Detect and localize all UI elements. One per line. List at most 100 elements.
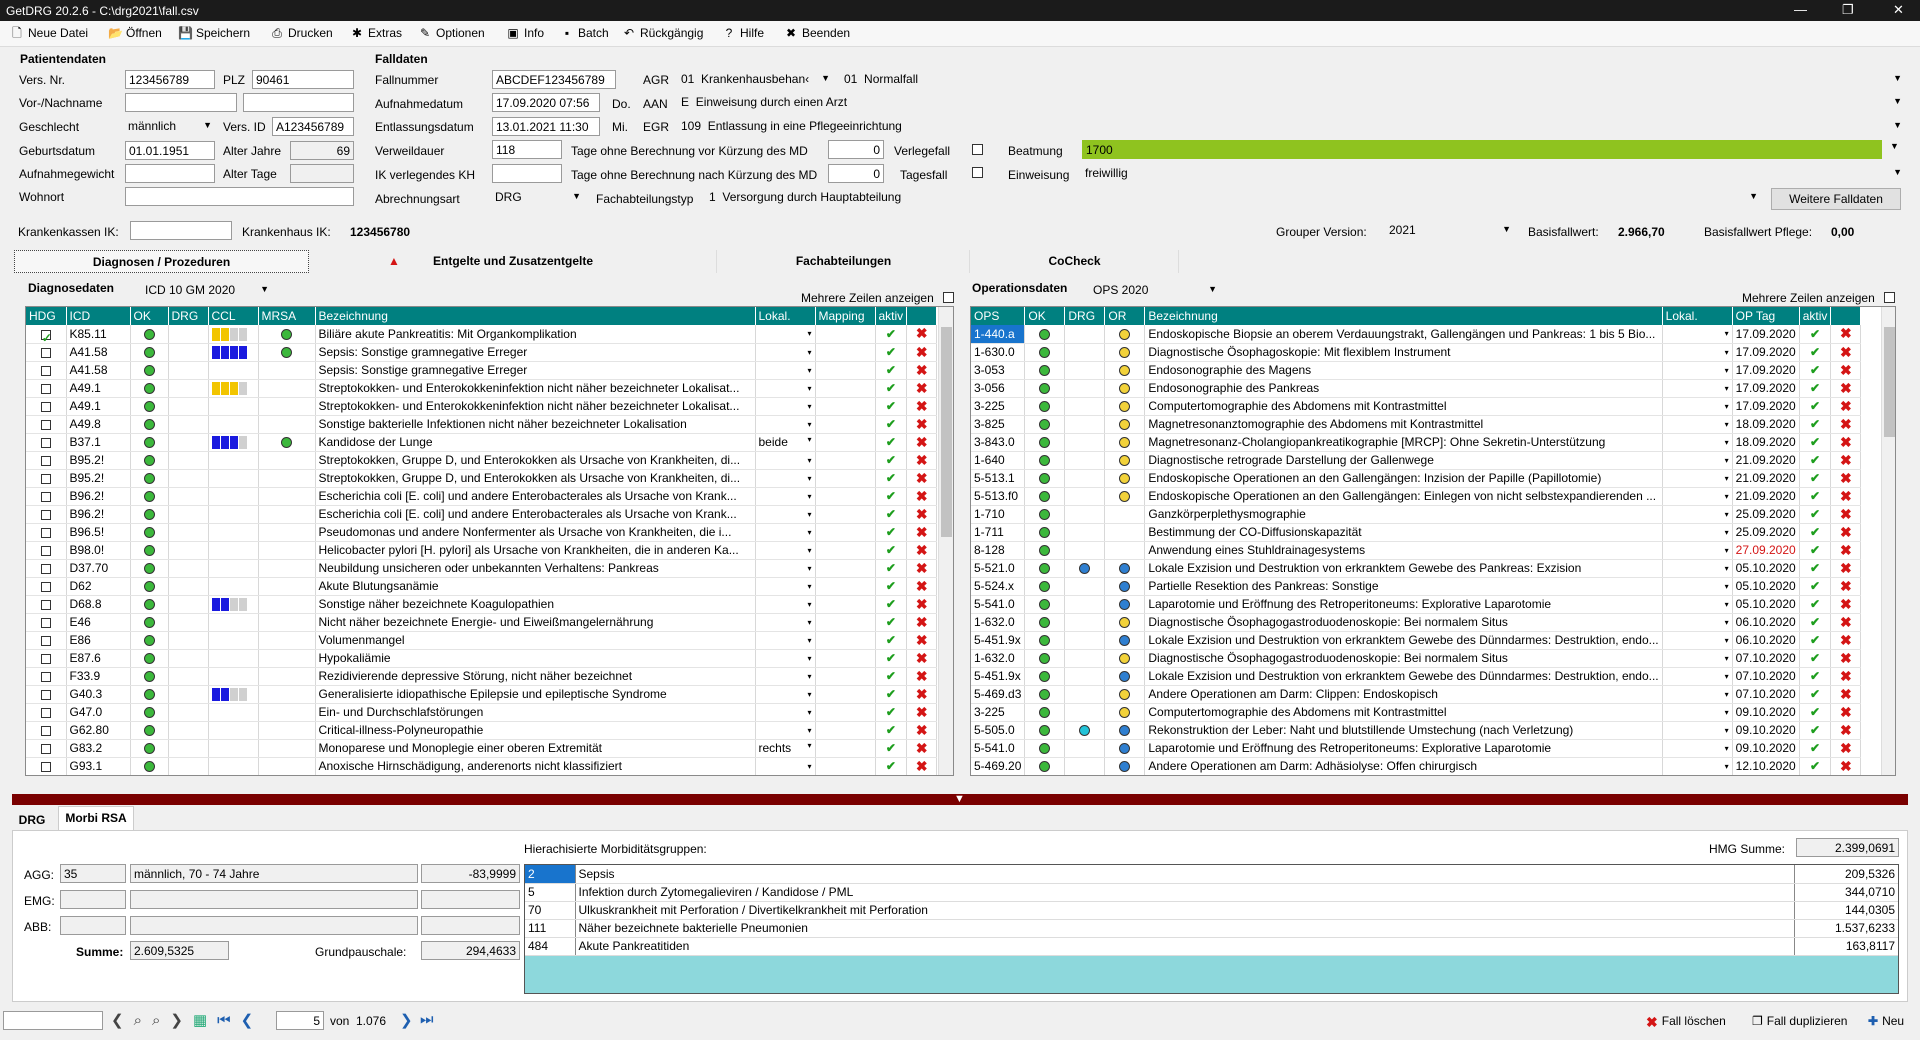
delete-cell[interactable]: ✖ (1830, 379, 1862, 398)
lokal-select[interactable]: ▾ (1662, 649, 1733, 668)
tab-cocheck[interactable]: CoCheck (971, 250, 1179, 273)
delete-cell[interactable]: ✖ (906, 703, 938, 722)
delete-icon[interactable]: ✖ (1840, 488, 1852, 504)
hmg-row[interactable]: 70 Ulkuskrankheit mit Perforation / Diver… (525, 901, 1898, 920)
delete-case-button[interactable]: ✖ Fall löschen (1646, 1014, 1726, 1031)
diag-scrollbar[interactable] (938, 307, 953, 775)
active-cell[interactable]: ✔ (1799, 559, 1832, 578)
active-cell[interactable]: ✔ (875, 577, 908, 596)
icd-catalog-select[interactable]: ICD 10 GM 2020 ▼ (142, 281, 272, 300)
active-check-icon[interactable]: ✔ (886, 687, 896, 701)
hdg-cell[interactable] (26, 721, 67, 740)
delete-cell[interactable]: ✖ (1830, 523, 1862, 542)
active-check-icon[interactable]: ✔ (1810, 507, 1820, 521)
delete-icon[interactable]: ✖ (1840, 506, 1852, 522)
delete-cell[interactable]: ✖ (906, 757, 938, 775)
lokal-select[interactable]: ▾ (1662, 397, 1733, 416)
delete-cell[interactable]: ✖ (906, 739, 938, 758)
lokal-select[interactable]: ▾ (1662, 433, 1733, 452)
active-cell[interactable]: ✔ (1799, 739, 1832, 758)
op-date[interactable]: 21.09.2020 (1732, 451, 1800, 470)
active-check-icon[interactable]: ✔ (1810, 651, 1820, 665)
lastname-field[interactable] (243, 93, 354, 112)
lokal-select[interactable]: ▾ (755, 667, 816, 686)
billing-select[interactable]: DRG ▼ (492, 188, 584, 207)
active-check-icon[interactable]: ✔ (886, 489, 896, 503)
delete-cell[interactable]: ✖ (1830, 415, 1862, 434)
hdg-cell[interactable] (26, 451, 67, 470)
delete-cell[interactable]: ✖ (1830, 397, 1862, 416)
delete-cell[interactable]: ✖ (1830, 469, 1862, 488)
lokal-select[interactable]: ▾ (1662, 667, 1733, 686)
active-check-icon[interactable]: ✔ (1810, 399, 1820, 413)
lokal-select[interactable]: ▾ (755, 325, 816, 344)
gender-select[interactable]: männlich ▼ (125, 117, 215, 136)
delete-icon[interactable]: ✖ (916, 325, 928, 341)
delete-icon[interactable]: ✖ (1840, 470, 1852, 486)
menu-help[interactable]: ? Hilfe (722, 26, 764, 40)
transfer-checkbox[interactable] (972, 144, 983, 155)
lokal-select[interactable]: ▾ (755, 487, 816, 506)
delete-cell[interactable]: ✖ (906, 649, 938, 668)
table-row[interactable]: G93.1 Anoxische Hirnschädigung, anderenor… (26, 757, 938, 775)
table-row[interactable]: F33.9 Rezidivierende depressive Störung, … (26, 667, 938, 686)
table-row[interactable]: E86 Volumenmangel ▾ ✔ ✖ (26, 631, 938, 650)
delete-icon[interactable]: ✖ (916, 686, 928, 702)
active-cell[interactable]: ✔ (1799, 703, 1832, 722)
lokal-select[interactable]: ▾ (755, 451, 816, 470)
active-check-icon[interactable]: ✔ (886, 759, 896, 773)
active-check-icon[interactable]: ✔ (886, 435, 896, 449)
delete-icon[interactable]: ✖ (916, 596, 928, 612)
active-check-icon[interactable]: ✔ (1810, 453, 1820, 467)
delete-icon[interactable]: ✖ (1840, 686, 1852, 702)
hdg-cell[interactable] (26, 595, 67, 614)
hdg-cell[interactable] (26, 559, 67, 578)
table-row[interactable]: 5-513.1 Endoskopische Operationen an den … (971, 469, 1862, 488)
hdg-checkbox[interactable] (40, 383, 51, 394)
delete-cell[interactable]: ✖ (906, 595, 938, 614)
delete-icon[interactable]: ✖ (1840, 524, 1852, 540)
active-cell[interactable]: ✔ (1799, 433, 1832, 452)
lokal-select[interactable]: ▾ (755, 505, 816, 524)
delete-cell[interactable]: ✖ (1830, 703, 1862, 722)
delete-cell[interactable]: ✖ (1830, 559, 1862, 578)
delete-icon[interactable]: ✖ (1840, 614, 1852, 630)
weight-field[interactable] (125, 164, 215, 183)
active-cell[interactable]: ✔ (875, 541, 908, 560)
active-check-icon[interactable]: ✔ (1810, 561, 1820, 575)
delete-cell[interactable]: ✖ (906, 577, 938, 596)
hdg-cell[interactable] (26, 685, 67, 704)
table-row[interactable]: 5-541.0 Laparotomie und Eröffnung des Ret… (971, 739, 1862, 758)
table-row[interactable]: B98.0! Helicobacter pylori [H. pylori] al… (26, 541, 938, 560)
op-date[interactable]: 07.10.2020 (1732, 685, 1800, 704)
active-cell[interactable]: ✔ (1799, 343, 1832, 362)
delete-icon[interactable]: ✖ (1840, 722, 1852, 738)
hmg-row[interactable]: 2 Sepsis 209,5326 (525, 865, 1898, 884)
table-row[interactable]: 8-128 Anwendung eines Stuhldrainagesystem… (971, 541, 1862, 560)
ops-multi-checkbox[interactable] (1884, 292, 1895, 303)
op-date[interactable]: 06.10.2020 (1732, 613, 1800, 632)
referral-select[interactable]: freiwillig ▼ (1082, 164, 1905, 183)
hdg-checkbox[interactable] (40, 365, 51, 376)
last-record-icon[interactable]: ⏭ (420, 1011, 434, 1028)
active-check-icon[interactable]: ✔ (1810, 615, 1820, 629)
op-date[interactable]: 27.09.2020 (1732, 541, 1800, 560)
hdg-checkbox[interactable] (40, 707, 51, 718)
active-check-icon[interactable]: ✔ (886, 345, 896, 359)
delete-cell[interactable]: ✖ (1830, 721, 1862, 740)
active-check-icon[interactable]: ✔ (1810, 363, 1820, 377)
egr-select[interactable]: 109 Entlassung in eine Pflegeeinrichtung… (678, 117, 1905, 136)
prev-icon[interactable]: ❮ (111, 1011, 124, 1029)
table-row[interactable]: B96.5! Pseudomonas und andere Nonfermente… (26, 523, 938, 542)
delete-icon[interactable]: ✖ (1840, 740, 1852, 756)
hdg-cell[interactable] (26, 739, 67, 758)
first-record-icon[interactable]: ⏮ (217, 1012, 231, 1029)
hmg-row[interactable]: 484 Akute Pankreatitiden 163,8117 (525, 937, 1898, 956)
hmg-row[interactable]: 111 Näher bezeichnete bakterielle Pneumon… (525, 919, 1898, 938)
delete-icon[interactable]: ✖ (1840, 542, 1852, 558)
delete-cell[interactable]: ✖ (906, 397, 938, 416)
hdg-cell[interactable] (26, 703, 67, 722)
hdg-checkbox[interactable] (40, 401, 51, 412)
delete-cell[interactable]: ✖ (1830, 667, 1862, 686)
op-date[interactable]: 09.10.2020 (1732, 721, 1800, 740)
